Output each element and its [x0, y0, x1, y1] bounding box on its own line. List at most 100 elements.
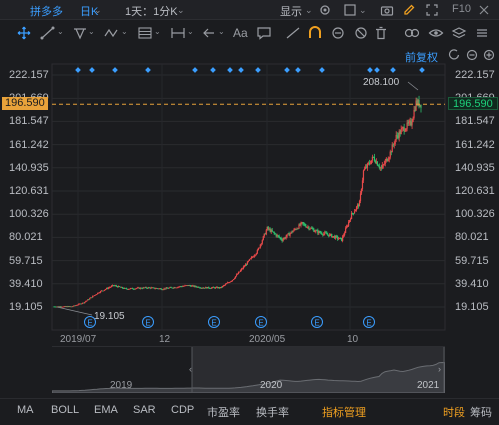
candle-body: [241, 268, 244, 270]
candle-body: [383, 163, 385, 165]
candle-body: [337, 236, 339, 239]
candle-body: [86, 300, 88, 302]
candle-body: [72, 306, 74, 308]
candle-body: [231, 279, 234, 281]
candle-body: [347, 225, 349, 227]
candle-body: [349, 218, 352, 221]
candle-body: [256, 250, 258, 254]
price-tick-label: 19.105: [9, 301, 43, 313]
price-tick-label: 100.326: [455, 208, 495, 221]
candle-body: [89, 298, 91, 300]
candle-body: [274, 233, 276, 235]
navigator-right-handle[interactable]: ›: [438, 364, 441, 374]
candle-body: [363, 168, 366, 171]
candle-body: [401, 127, 403, 130]
candle-body: [366, 163, 369, 168]
candle-body: [348, 220, 351, 222]
candle-body: [319, 231, 321, 233]
candle-body: [388, 157, 390, 160]
candle-body: [145, 287, 147, 289]
candle-body: [361, 180, 364, 189]
navigator-year-label: 2020: [260, 380, 283, 391]
event-marker-label: E: [87, 319, 92, 328]
candle-body: [118, 286, 121, 287]
candle-body: [265, 230, 267, 235]
price-tick-label: 222.157: [455, 69, 495, 81]
candle-body: [278, 236, 280, 238]
candle-body: [280, 237, 282, 240]
candle-body: [260, 243, 262, 245]
candle-body: [404, 130, 406, 132]
navigator-year-label: 2019: [110, 380, 133, 391]
price-tick-label: 59.715: [455, 254, 489, 267]
candle-body: [358, 201, 361, 207]
candle-body: [360, 188, 363, 194]
candle-body: [412, 117, 414, 122]
candle-body: [88, 299, 90, 301]
navigator-left-handle[interactable]: ‹: [189, 364, 192, 374]
candle-body: [297, 228, 299, 230]
current-price-tag: 196.590: [448, 97, 498, 110]
candle-body: [289, 233, 291, 236]
navigator-year-label: 2021: [417, 380, 440, 391]
candle-body: [384, 160, 386, 164]
candle-body: [359, 193, 362, 202]
candle-body: [273, 231, 275, 234]
candle-body: [239, 270, 242, 272]
candle-body: [109, 286, 112, 288]
indicator-boll[interactable]: BOLL: [51, 404, 79, 416]
candle-body: [313, 229, 315, 232]
candle-body: [233, 278, 236, 280]
candle-body: [338, 238, 340, 240]
indicator-turnover[interactable]: 换手率: [256, 404, 289, 420]
indicator-manage-button[interactable]: 指标管理: [322, 404, 366, 420]
indicator-ma[interactable]: MA: [17, 404, 34, 416]
indicator-pe-ratio[interactable]: 市盈率: [207, 404, 240, 420]
time-tick-label: 10: [347, 334, 359, 345]
candle-body: [325, 232, 327, 234]
candle-body: [258, 247, 260, 249]
candle-body: [102, 290, 105, 292]
chips-button[interactable]: 筹码: [470, 404, 492, 420]
candle-body: [261, 240, 263, 244]
candle-body: [420, 104, 422, 108]
candlestick-chart[interactable]: EEEEEE: [0, 0, 499, 345]
candle-body: [326, 233, 328, 235]
candle-body: [99, 292, 101, 294]
candle-body: [85, 301, 87, 303]
candle-body: [255, 253, 257, 255]
price-tick-label: 19.105: [455, 301, 489, 313]
candle-body: [387, 159, 389, 162]
candle-body: [314, 231, 316, 233]
price-tick-label: 120.631: [455, 185, 495, 197]
candle-body: [121, 287, 124, 289]
current-price-left-tag: 196.590: [2, 97, 48, 110]
indicator-cdp[interactable]: CDP: [171, 404, 194, 416]
price-tick-label: 222.157: [9, 69, 49, 81]
price-tick-label: 140.935: [455, 161, 495, 174]
range-navigator[interactable]: ‹ › 2019 2020 2021: [52, 346, 445, 393]
candle-body: [389, 151, 391, 158]
candle-body: [115, 285, 118, 287]
price-tick-label: 161.242: [9, 138, 49, 151]
candle-body: [394, 139, 396, 145]
candle-body: [246, 261, 249, 265]
candle-body: [224, 284, 226, 286]
candle-body: [267, 226, 269, 230]
price-tick-label: 100.326: [9, 208, 49, 221]
candle-body: [353, 211, 356, 214]
candle-body: [369, 163, 372, 165]
candle-body: [253, 255, 255, 257]
event-marker-label: E: [258, 319, 263, 328]
candle-body: [225, 283, 228, 285]
candle-body: [243, 266, 246, 268]
indicator-sar[interactable]: SAR: [133, 404, 156, 416]
candle-body: [400, 129, 402, 135]
time-tick-label: 12: [159, 334, 171, 345]
candle-body: [376, 161, 378, 166]
price-tick-label: 80.021: [455, 231, 489, 244]
candle-body: [160, 288, 162, 290]
indicator-ema[interactable]: EMA: [94, 404, 118, 416]
session-button[interactable]: 时段: [443, 404, 465, 420]
candle-body: [285, 236, 287, 239]
